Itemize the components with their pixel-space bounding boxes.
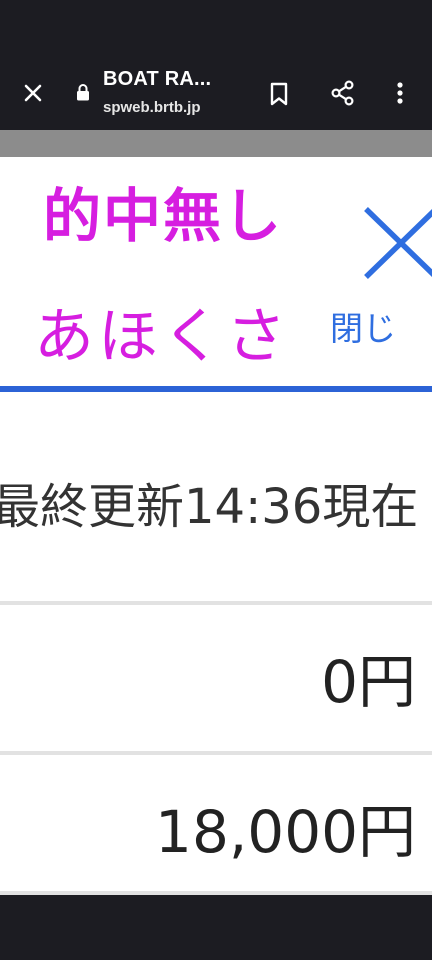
result-headline: 的中無し bbox=[43, 182, 284, 250]
page-title[interactable]: BOAT RA... bbox=[103, 68, 211, 91]
bookmark-icon[interactable] bbox=[266, 80, 292, 108]
more-icon[interactable] bbox=[392, 78, 408, 108]
purchase-value: 18,000円 bbox=[155, 798, 416, 866]
big-x-icon[interactable] bbox=[360, 203, 432, 283]
result-modal: 的中無し あほくさ 閉じ 最終更新14:36現在 0円 18,000円 bbox=[0, 157, 432, 895]
url-text[interactable]: spweb.brtb.jp bbox=[103, 99, 201, 116]
close-icon[interactable] bbox=[18, 78, 48, 108]
payout-value: 0円 bbox=[321, 648, 416, 716]
header-divider bbox=[0, 386, 432, 392]
row-divider bbox=[0, 601, 432, 605]
status-bar bbox=[0, 0, 432, 56]
navigation-bar bbox=[0, 895, 432, 960]
modal-scrim bbox=[0, 130, 432, 157]
share-icon[interactable] bbox=[328, 78, 358, 108]
lock-icon bbox=[77, 84, 89, 101]
close-button[interactable]: 閉じ bbox=[330, 312, 396, 345]
browser-toolbar: BOAT RA... spweb.brtb.jp bbox=[0, 56, 432, 130]
result-subline: あほくさ bbox=[34, 302, 290, 372]
last-updated-text: 最終更新14:36現在 bbox=[0, 479, 419, 535]
row-divider bbox=[0, 751, 432, 755]
